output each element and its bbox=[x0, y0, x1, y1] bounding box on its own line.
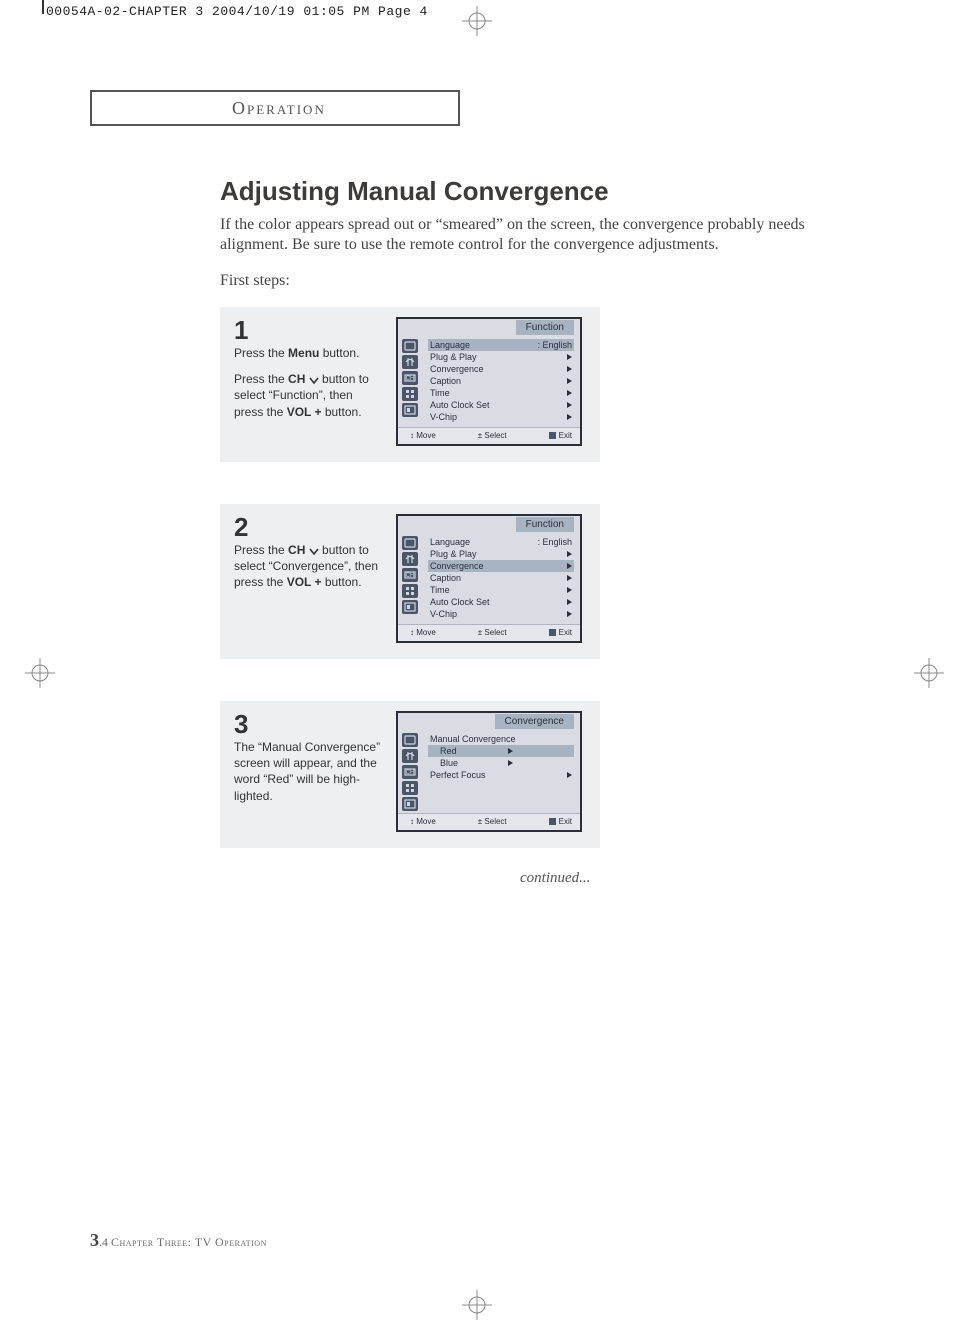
step-block: 3The “Manual Convergence” screen will ap… bbox=[220, 701, 600, 848]
arrow-right-icon bbox=[567, 599, 572, 605]
osd-category-icon[interactable] bbox=[402, 781, 418, 795]
osd-category-icon[interactable]: CH bbox=[402, 568, 418, 582]
step-instruction: Press the Menu button. bbox=[234, 345, 382, 361]
osd-footer-hint: ± Select bbox=[478, 628, 507, 637]
arrow-right-icon bbox=[567, 390, 572, 396]
osd-title: Convergence bbox=[495, 714, 574, 729]
osd-category-icon[interactable] bbox=[402, 536, 418, 550]
exit-icon bbox=[549, 432, 556, 439]
step-number: 2 bbox=[234, 514, 382, 540]
osd-category-icon[interactable] bbox=[402, 584, 418, 598]
section-tab-label: Operation bbox=[232, 98, 326, 119]
arrow-right-icon bbox=[567, 378, 572, 384]
step-instruction: Press the CH button to select “Convergen… bbox=[234, 542, 382, 591]
step-block: 1 Press the Menu button. Press the CH butt… bbox=[220, 307, 600, 462]
osd-footer-exit[interactable]: Exit bbox=[549, 431, 572, 440]
osd-category-icon[interactable]: CH bbox=[402, 371, 418, 385]
arrow-right-icon bbox=[567, 563, 572, 569]
osd-row[interactable]: Plug & Play bbox=[428, 351, 574, 363]
osd-category-icon[interactable] bbox=[402, 733, 418, 747]
svg-text:CH: CH bbox=[406, 376, 415, 382]
chevron-down-icon bbox=[309, 372, 319, 380]
osd-footer-hint: ↕ Move bbox=[410, 628, 436, 637]
osd-row[interactable]: Convergence bbox=[428, 363, 574, 375]
register-mark-top bbox=[462, 6, 492, 36]
arrow-right-icon bbox=[567, 575, 572, 581]
page-footer: 3.4 Chapter Three: TV Operation bbox=[90, 1230, 267, 1251]
osd-title: Function bbox=[516, 517, 574, 532]
osd-footer-exit[interactable]: Exit bbox=[549, 817, 572, 826]
osd-row[interactable]: Perfect Focus bbox=[428, 769, 574, 781]
footer-page-small: .4 bbox=[99, 1235, 108, 1249]
osd-category-icon[interactable] bbox=[402, 403, 418, 417]
arrow-right-icon bbox=[567, 414, 572, 420]
osd-row[interactable]: Auto Clock Set bbox=[428, 596, 574, 608]
osd-footer-exit[interactable]: Exit bbox=[549, 628, 572, 637]
register-mark-bottom bbox=[462, 1290, 492, 1320]
osd-footer-hint: ± Select bbox=[478, 431, 507, 440]
osd-footer-hint: ↕ Move bbox=[410, 431, 436, 440]
footer-page-big: 3 bbox=[90, 1230, 99, 1250]
osd-row[interactable]: Time bbox=[428, 387, 574, 399]
osd-panel: Function CH Language: EnglishPlug & PlayCo… bbox=[396, 317, 582, 446]
arrow-right-icon bbox=[567, 402, 572, 408]
svg-text:CH: CH bbox=[406, 770, 415, 776]
footer-chapter: Chapter Three: TV Operation bbox=[111, 1235, 267, 1249]
step-instruction: Press the CH button to select “Function”… bbox=[234, 371, 382, 420]
arrow-right-icon bbox=[508, 748, 513, 754]
step-number: 1 bbox=[234, 317, 382, 343]
osd-row[interactable]: Auto Clock Set bbox=[428, 399, 574, 411]
arrow-right-icon bbox=[567, 611, 572, 617]
osd-category-icon[interactable] bbox=[402, 355, 418, 369]
osd-category-icon[interactable] bbox=[402, 797, 418, 811]
osd-row[interactable]: Red bbox=[428, 745, 574, 757]
register-mark-right bbox=[914, 658, 944, 688]
osd-row[interactable]: Language: English bbox=[428, 339, 574, 351]
exit-icon bbox=[549, 818, 556, 825]
print-slug: 00054A-02-CHAPTER 3 2004/10/19 01:05 PM … bbox=[46, 4, 428, 19]
arrow-right-icon bbox=[567, 354, 572, 360]
exit-icon bbox=[549, 629, 556, 636]
svg-text:CH: CH bbox=[406, 573, 415, 579]
register-mark-left bbox=[25, 658, 55, 688]
osd-row[interactable]: Language: English bbox=[428, 536, 574, 548]
page-title: Adjusting Manual Convergence bbox=[220, 176, 840, 207]
osd-category-icon[interactable]: CH bbox=[402, 765, 418, 779]
arrow-right-icon bbox=[567, 587, 572, 593]
osd-group-label: Manual Convergence bbox=[428, 733, 574, 745]
osd-row[interactable]: Convergence bbox=[428, 560, 574, 572]
osd-row[interactable]: Caption bbox=[428, 572, 574, 584]
arrow-right-icon bbox=[567, 551, 572, 557]
osd-panel: Convergence CH Manual ConvergenceRedBluePe… bbox=[396, 711, 582, 832]
chevron-down-icon bbox=[309, 543, 319, 551]
osd-row[interactable]: Time bbox=[428, 584, 574, 596]
step-number: 3 bbox=[234, 711, 382, 737]
arrow-right-icon bbox=[567, 366, 572, 372]
osd-panel: Function CH Language: EnglishPlug & PlayCo… bbox=[396, 514, 582, 643]
osd-category-icon[interactable] bbox=[402, 749, 418, 763]
arrow-right-icon bbox=[508, 760, 513, 766]
osd-row[interactable]: Caption bbox=[428, 375, 574, 387]
osd-row[interactable]: Blue bbox=[428, 757, 574, 769]
osd-category-icon[interactable] bbox=[402, 600, 418, 614]
osd-row[interactable]: V-Chip bbox=[428, 608, 574, 620]
step-block: 2Press the CH button to select “Converge… bbox=[220, 504, 600, 659]
osd-category-icon[interactable] bbox=[402, 552, 418, 566]
osd-category-icon[interactable] bbox=[402, 339, 418, 353]
section-tab: Operation bbox=[90, 90, 460, 126]
intro-text: If the color appears spread out or “smea… bbox=[220, 215, 840, 255]
osd-category-icon[interactable] bbox=[402, 387, 418, 401]
continued-label: continued... bbox=[520, 870, 840, 887]
first-steps-label: First steps: bbox=[220, 271, 840, 291]
step-instruction: The “Manual Convergence” screen will app… bbox=[234, 739, 382, 804]
osd-footer-hint: ↕ Move bbox=[410, 817, 436, 826]
osd-footer-hint: ± Select bbox=[478, 817, 507, 826]
osd-row[interactable]: Plug & Play bbox=[428, 548, 574, 560]
osd-title: Function bbox=[516, 320, 574, 335]
arrow-right-icon bbox=[567, 772, 572, 778]
osd-row[interactable]: V-Chip bbox=[428, 411, 574, 423]
